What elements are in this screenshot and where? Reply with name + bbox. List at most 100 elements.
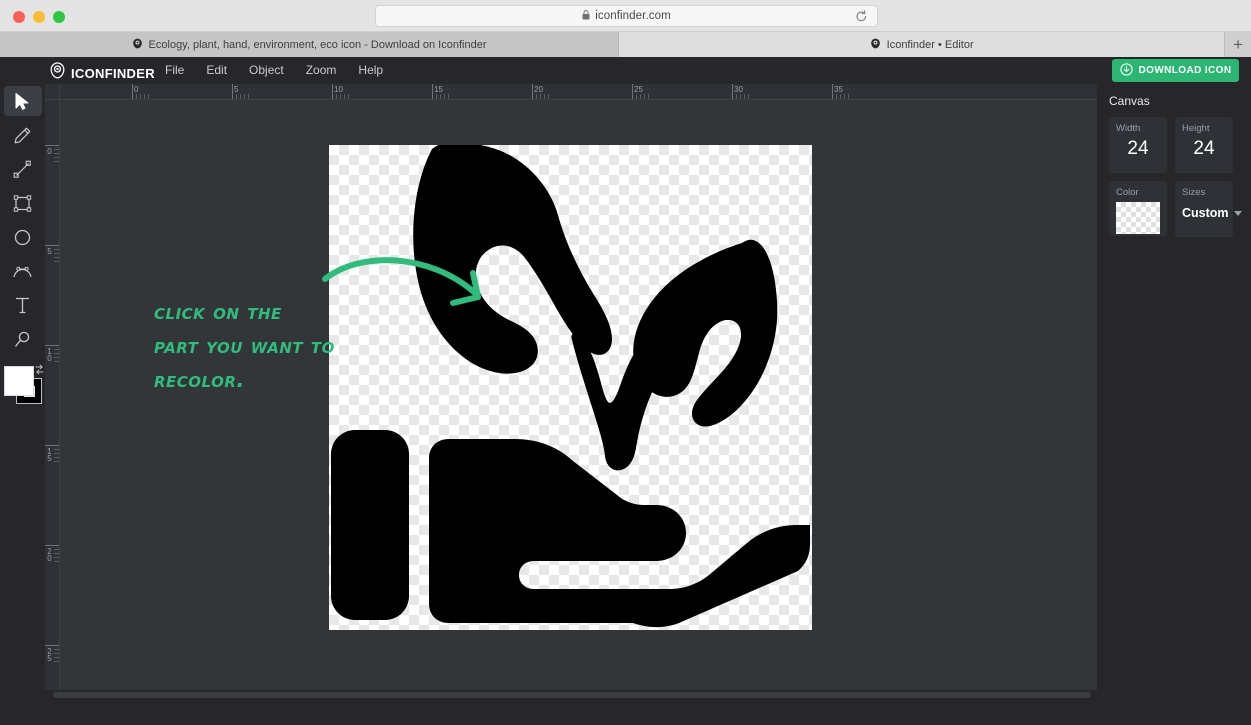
tab-title: Iconfinder • Editor [886,38,974,51]
ruler-label: 20 [45,547,54,561]
curve-tool[interactable] [4,256,42,286]
ruler-major-tick [832,84,833,99]
annotation-text: Click on the part you want to recolor. [154,295,414,397]
ruler-label: 0 [134,85,139,94]
select-tool[interactable] [3,86,42,116]
canvas-sizes-value: Custom [1182,206,1229,220]
tab-active[interactable]: Iconfinder • Editor [619,32,1226,57]
tab-strip: Ecology, plant, hand, environment, eco i… [0,32,1251,57]
menu-bar: File Edit Object Zoom Help [165,63,383,77]
color-swatches [0,362,45,412]
address-bar-content: iconfinder.com [582,7,671,25]
line-icon [13,160,32,179]
ruler-label: 30 [734,85,743,94]
rectangle-tool[interactable] [4,188,42,218]
annotation-line-3: recolor. [154,368,245,392]
browser-window: iconfinder.com Ecology, plant, hand, env… [0,0,1251,725]
tab-inactive[interactable]: Ecology, plant, hand, environment, eco i… [0,32,620,57]
editor-workspace[interactable]: Click on the part you want to recolor. [60,100,1097,690]
ruler-label: 10 [334,85,343,94]
ruler-major-tick [45,245,59,246]
ruler-major-tick [45,445,59,446]
text-tool[interactable] [4,290,42,320]
browser-titlebar: iconfinder.com [0,0,1251,32]
canvas-color-field[interactable]: Color [1109,181,1167,236]
bottom-strip [0,700,1251,725]
ruler-label: 20 [534,85,543,94]
line-tool[interactable] [4,154,42,184]
zoom-tool[interactable] [4,324,42,354]
canvas-height-field[interactable]: Height 24 [1175,117,1233,173]
canvas-height-label: Height [1182,123,1210,134]
pencil-tool[interactable] [4,120,42,150]
swap-arrows-icon[interactable] [34,362,45,380]
menu-item-help[interactable]: Help [358,63,383,77]
ruler-major-tick [332,84,333,99]
ruler-major-tick [132,84,133,99]
ruler-major-tick [45,545,59,546]
ruler-major-tick [532,84,533,99]
ellipse-icon [13,228,32,247]
annotation-line-1: Click on the [154,300,282,324]
ruler-major-tick [632,84,633,99]
menu-item-edit[interactable]: Edit [206,63,227,77]
lock-icon [582,7,590,25]
canvas-width-field[interactable]: Width 24 [1109,117,1167,173]
new-tab-button[interactable]: + [1225,32,1251,57]
annotation-line-2: part you want to [154,334,335,358]
window-controls [13,11,65,23]
ruler-label: 15 [45,447,54,461]
ruler-label: 0 [45,147,54,154]
canvas-sizes-label: Sizes [1182,187,1206,198]
minimize-window-button[interactable] [33,11,45,23]
iconfinder-logo-icon [49,62,66,84]
close-window-button[interactable] [13,11,25,23]
cursor-arrow-icon [14,92,31,111]
chevron-down-icon [1233,210,1242,216]
reload-icon[interactable] [855,10,868,28]
canvas-height-value: 24 [1193,138,1215,159]
ruler-major-tick [432,84,433,99]
brand-logo[interactable]: ICONFINDER [49,62,155,84]
horizontal-scrollbar[interactable] [45,690,1097,700]
ruler-label: 35 [834,85,843,94]
canvas-panel: Canvas Width 24 Height 24 Color Sizes Cu… [1097,84,1251,725]
vertical-ruler[interactable]: 0 5 10 15 20 25 [45,100,60,690]
url-text: iconfinder.com [595,10,671,22]
tools-palette [0,84,45,725]
horizontal-ruler[interactable]: -10-505101520253035 [60,84,1097,100]
magnifier-icon [13,330,32,349]
canvas-sizes-select[interactable]: Custom [1182,206,1242,220]
canvas-sizes-field[interactable]: Sizes Custom [1175,181,1242,237]
ruler-label: 10 [45,347,54,361]
iconfinder-favicon [870,38,881,52]
menu-item-file[interactable]: File [165,63,184,77]
tab-title: Ecology, plant, hand, environment, eco i… [148,38,487,51]
download-circle-icon [1119,62,1133,79]
ruler-label: 25 [634,85,643,94]
curve-icon [12,263,33,280]
rectangle-icon [13,194,32,213]
canvas-width-label: Width [1116,123,1141,134]
download-icon-button[interactable]: DOWNLOAD ICON [1112,59,1239,82]
panel-fields: Width 24 Height 24 Color Sizes Custom [1109,117,1242,237]
ruler-major-tick [45,345,59,346]
ruler-major-tick [232,84,233,99]
pencil-icon [13,126,32,145]
brand-text: ICONFINDER [71,65,155,81]
ruler-label: 5 [45,247,54,254]
menu-item-zoom[interactable]: Zoom [306,63,337,77]
ellipse-tool[interactable] [4,222,42,252]
menu-item-object[interactable]: Object [249,63,284,77]
scrollbar-thumb[interactable] [53,692,1091,698]
canvas-width-value: 24 [1127,138,1149,159]
canvas-color-swatch[interactable] [1116,202,1160,234]
download-icon-button-label: DOWNLOAD ICON [1138,65,1232,76]
address-bar[interactable]: iconfinder.com [375,5,878,27]
ruler-label: 25 [45,647,54,661]
fill-color-swatch[interactable] [4,366,34,396]
ruler-major-tick [45,645,59,646]
ruler-major-tick [45,145,59,146]
maximize-window-button[interactable] [53,11,65,23]
ruler-corner [45,84,60,100]
